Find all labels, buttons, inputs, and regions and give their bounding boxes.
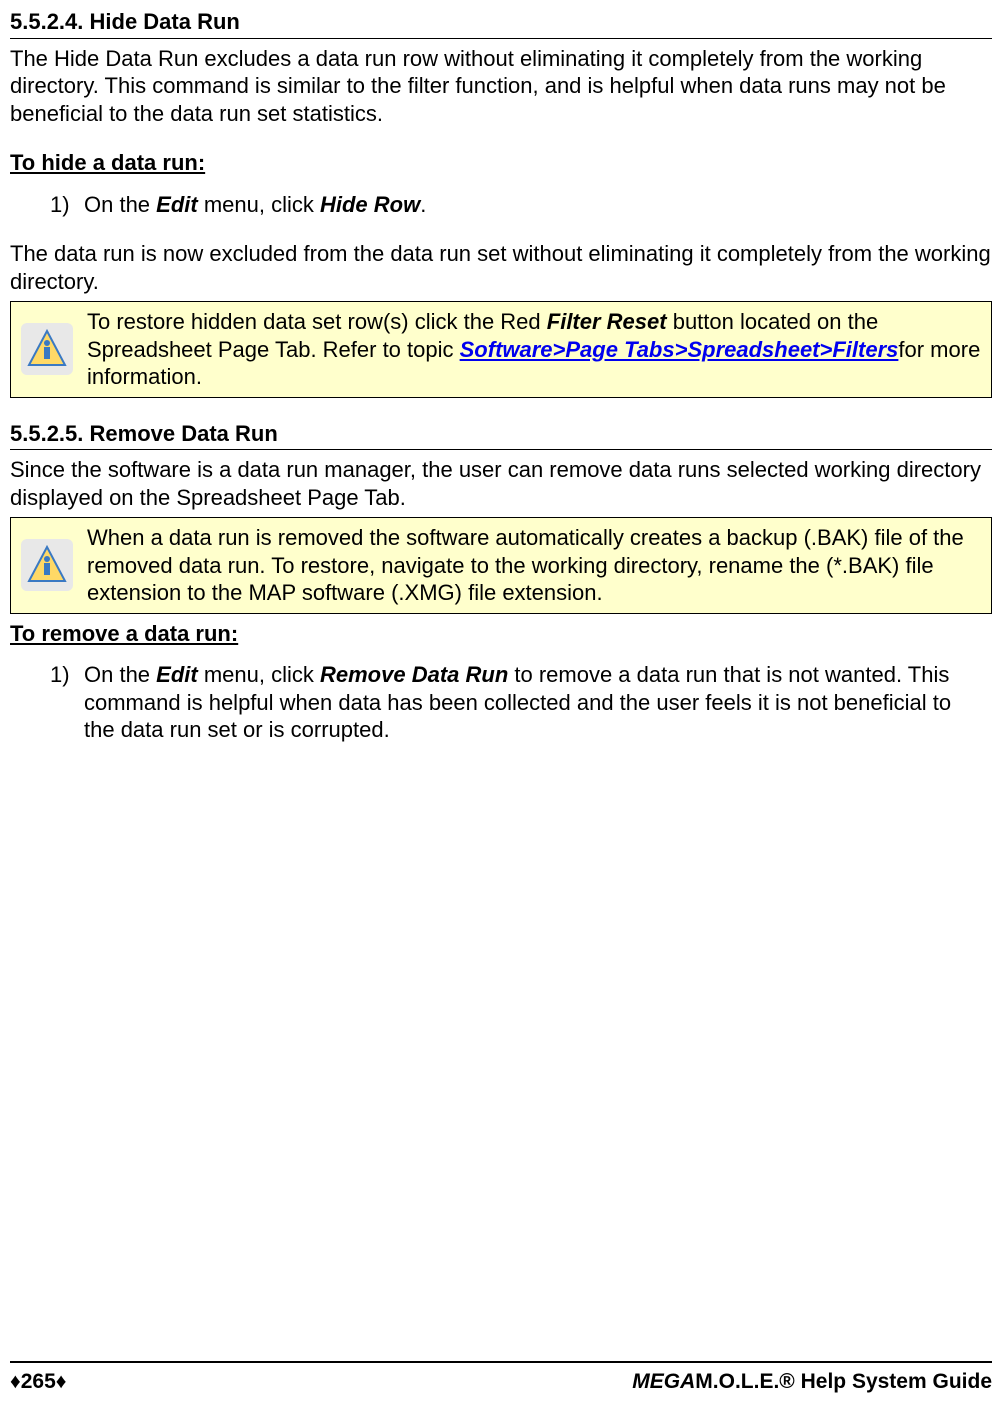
subheading-to-hide: To hide a data run: [10,149,992,177]
note-text: When a data run is removed the software … [87,524,981,607]
step-text-prefix: On the [84,662,156,687]
footer-title-prefix: MEGA [632,1370,695,1393]
divider [10,38,992,39]
footer-title-suffix: M.O.L.E.® Help System Guide [695,1370,992,1393]
list-number: 1) [50,191,84,219]
heading-5-5-2-5: 5.5.2.5. Remove Data Run [10,420,992,448]
step-text-mid: menu, click [198,192,320,217]
note-prefix: To restore hidden data set row(s) click … [87,309,547,334]
list-number: 1) [50,661,84,744]
page-footer: ♦265♦ MEGAM.O.L.E.® Help System Guide [10,1361,992,1395]
menu-edit: Edit [156,192,198,217]
divider [10,449,992,450]
list-text: On the Edit menu, click Hide Row. [84,191,992,219]
note-filter-reset: Filter Reset [547,309,667,334]
para-hide-intro: The Hide Data Run excludes a data run ro… [10,45,992,128]
step-text-mid: menu, click [198,662,320,687]
note-box-backup: When a data run is removed the software … [10,517,992,614]
heading-5-5-2-4: 5.5.2.4. Hide Data Run [10,8,992,36]
list-item: 1) On the Edit menu, click Remove Data R… [50,661,992,744]
note-text: To restore hidden data set row(s) click … [87,308,981,391]
para-hide-result: The data run is now excluded from the da… [10,240,992,295]
section-hide-data-run: 5.5.2.4. Hide Data Run The Hide Data Run… [10,8,992,398]
link-software-filters[interactable]: Software>Page Tabs>Spreadsheet>Filters [460,337,899,362]
list-text: On the Edit menu, click Remove Data Run … [84,661,992,744]
footer-row: ♦265♦ MEGAM.O.L.E.® Help System Guide [10,1369,992,1395]
info-icon [21,323,73,375]
list-item: 1) On the Edit menu, click Hide Row. [50,191,992,219]
menu-edit: Edit [156,662,198,687]
para-remove-intro: Since the software is a data run manager… [10,456,992,511]
footer-divider [10,1361,992,1363]
step-text-prefix: On the [84,192,156,217]
cmd-remove-data-run: Remove Data Run [320,662,508,687]
section-remove-data-run: 5.5.2.5. Remove Data Run Since the softw… [10,420,992,744]
step-text-suffix: . [420,192,426,217]
info-icon [21,539,73,591]
footer-title: MEGAM.O.L.E.® Help System Guide [632,1369,992,1395]
cmd-hide-row: Hide Row [320,192,420,217]
page-number: ♦265♦ [10,1369,66,1395]
subheading-to-remove: To remove a data run: [10,620,992,648]
note-box-filter-reset: To restore hidden data set row(s) click … [10,301,992,398]
